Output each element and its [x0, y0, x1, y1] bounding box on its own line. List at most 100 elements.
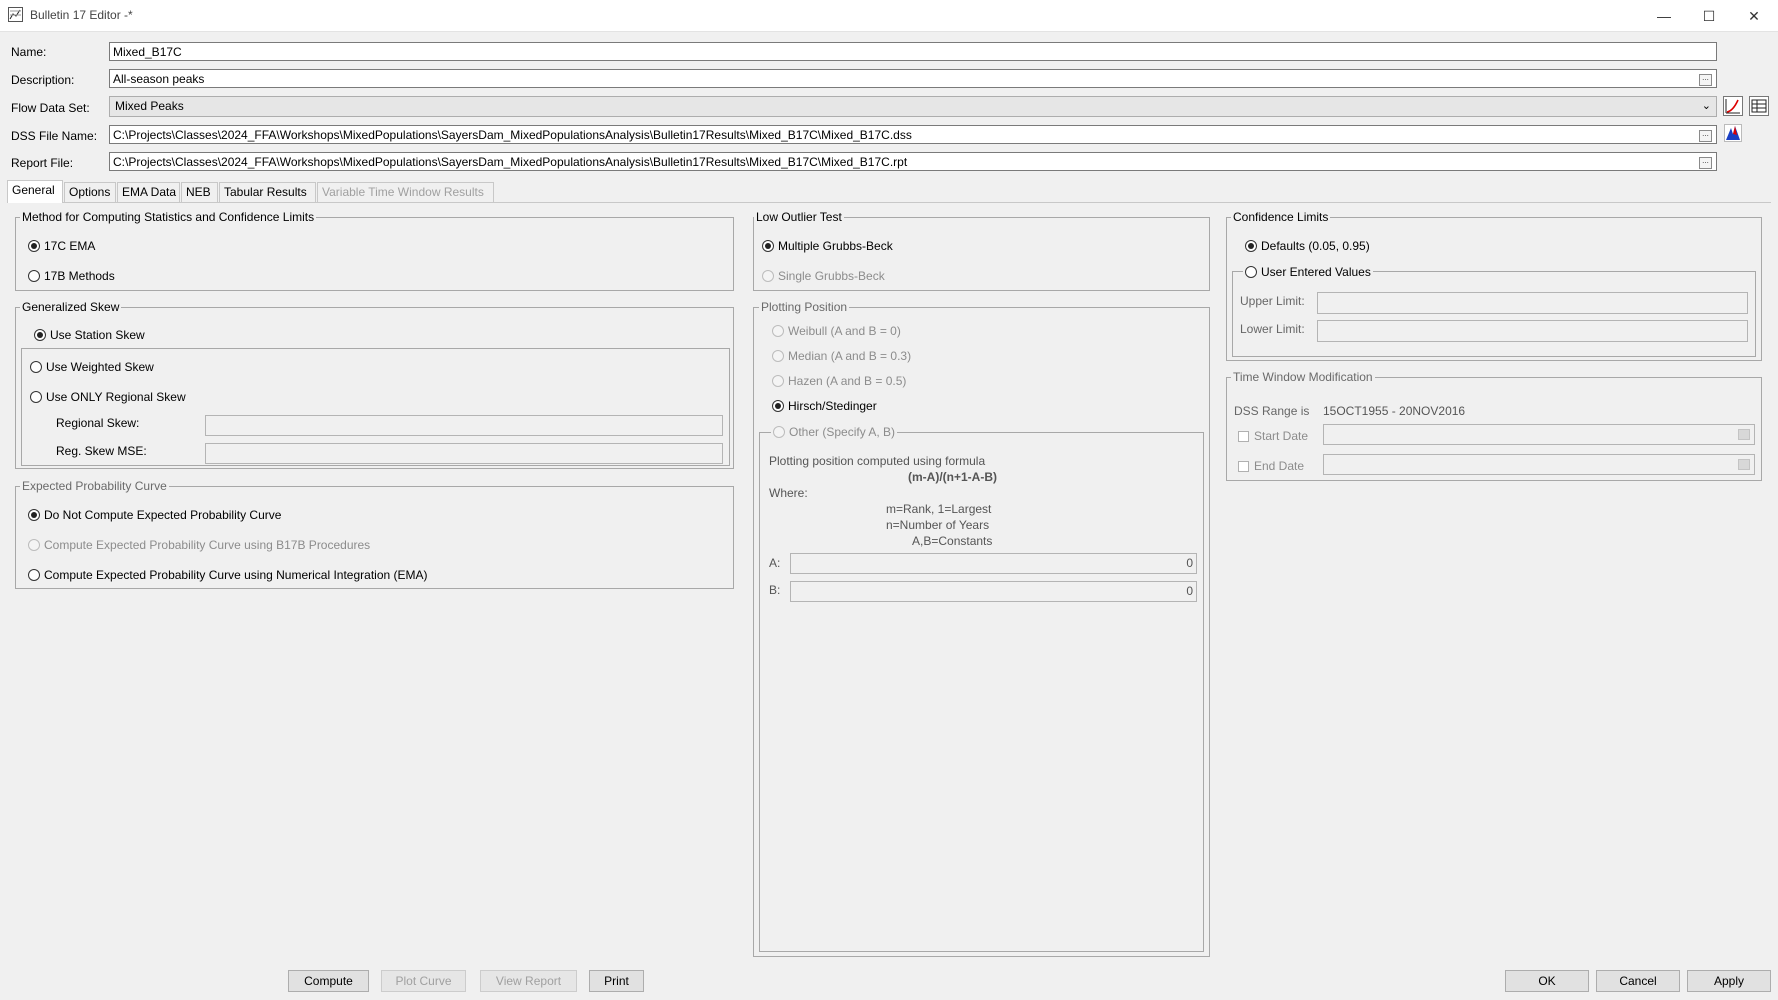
regional-skew-label: Regional Skew:	[56, 416, 140, 430]
tab-general[interactable]: General	[7, 180, 63, 203]
other-specify-option: Other (Specify A, B)	[771, 425, 898, 439]
other-specify-label: Other (Specify A, B)	[789, 425, 896, 439]
where-text: Where:	[769, 486, 808, 500]
reg-skew-mse-label: Reg. Skew MSE:	[56, 444, 147, 458]
lower-limit-label: Lower Limit:	[1240, 322, 1305, 336]
radio-checked-icon	[762, 240, 774, 252]
single-grubbs-beck-option: Single Grubbs-Beck	[762, 269, 885, 283]
close-button[interactable]: ✕	[1734, 4, 1774, 28]
window-title: Bulletin 17 Editor -*	[30, 8, 133, 22]
a-field[interactable]: 0	[790, 553, 1197, 574]
dss-range-label: DSS Range is	[1234, 404, 1310, 418]
maximize-button[interactable]: ☐	[1689, 4, 1729, 28]
reg-skew-mse-field[interactable]	[205, 443, 723, 464]
hirsch-stedinger-option[interactable]: Hirsch/Stedinger	[772, 399, 877, 413]
method-17c-ema-option[interactable]: 17C EMA	[28, 239, 95, 253]
b-label: B:	[769, 583, 781, 597]
name-field[interactable]: Mixed_B17C	[109, 42, 1717, 61]
ok-button[interactable]: OK	[1505, 970, 1589, 992]
lower-limit-field[interactable]	[1317, 320, 1748, 342]
radio-icon	[30, 391, 42, 403]
description-browse-button[interactable]: ...	[1699, 74, 1712, 86]
radio-checked-icon	[28, 240, 40, 252]
flow-data-set-value: Mixed Peaks	[115, 99, 184, 113]
user-values-subgroup	[1232, 271, 1756, 357]
dss-file-label: DSS File Name:	[11, 129, 98, 143]
regional-skew-field[interactable]	[205, 415, 723, 436]
tab-neb[interactable]: NEB	[181, 182, 218, 202]
cancel-button[interactable]: Cancel	[1596, 970, 1680, 992]
flow-data-set-label: Flow Data Set:	[11, 101, 90, 115]
end-date-field[interactable]	[1323, 454, 1755, 475]
median-label: Median (A and B = 0.3)	[788, 349, 912, 363]
use-only-regional-skew-option[interactable]: Use ONLY Regional Skew	[30, 390, 186, 404]
end-date-checkbox[interactable]: End Date	[1238, 459, 1304, 473]
time-window-title: Time Window Modification	[1231, 370, 1375, 384]
tab-ema-data[interactable]: EMA Data	[117, 182, 180, 202]
use-weighted-skew-label: Use Weighted Skew	[46, 360, 154, 374]
radio-checked-icon	[1245, 240, 1257, 252]
dss-view-icon[interactable]	[1724, 124, 1742, 142]
def-m-text: m=Rank, 1=Largest	[886, 502, 992, 516]
app-icon	[8, 7, 23, 22]
radio-icon	[1245, 266, 1257, 278]
multiple-grubbs-beck-option[interactable]: Multiple Grubbs-Beck	[762, 239, 893, 253]
end-date-label: End Date	[1254, 459, 1305, 473]
radio-disabled-icon	[762, 270, 774, 282]
dss-file-field[interactable]: C:\Projects\Classes\2024_FFA\Workshops\M…	[109, 125, 1717, 144]
view-report-button[interactable]: View Report	[480, 970, 577, 992]
radio-disabled-icon	[772, 350, 784, 362]
report-file-field[interactable]: C:\Projects\Classes\2024_FFA\Workshops\M…	[109, 152, 1717, 171]
radio-checked-icon	[34, 329, 46, 341]
weibull-option: Weibull (A and B = 0)	[772, 324, 901, 338]
expected-prob-b17b-option: Compute Expected Probability Curve using…	[28, 538, 370, 552]
method-group	[15, 217, 734, 291]
use-only-regional-skew-label: Use ONLY Regional Skew	[46, 390, 186, 404]
compute-button[interactable]: Compute	[288, 970, 369, 992]
upper-limit-field[interactable]	[1317, 292, 1748, 314]
radio-icon	[30, 361, 42, 373]
report-browse-button[interactable]: ...	[1699, 157, 1712, 169]
expected-prob-ema-option[interactable]: Compute Expected Probability Curve using…	[28, 568, 428, 582]
tab-variable-time-window-results: Variable Time Window Results	[317, 182, 494, 202]
hazen-option: Hazen (A and B = 0.5)	[772, 374, 906, 388]
user-entered-values-option[interactable]: User Entered Values	[1243, 265, 1373, 279]
tab-tabular-results[interactable]: Tabular Results	[219, 182, 316, 202]
radio-icon	[28, 569, 40, 581]
checkbox-icon	[1238, 461, 1249, 472]
dss-browse-button[interactable]: ...	[1699, 130, 1712, 142]
description-field[interactable]: All-season peaks	[109, 69, 1717, 88]
calendar-icon[interactable]	[1738, 429, 1750, 440]
no-expected-prob-option[interactable]: Do Not Compute Expected Probability Curv…	[28, 508, 281, 522]
start-date-field[interactable]	[1323, 424, 1755, 445]
start-date-label: Start Date	[1254, 429, 1309, 443]
confidence-limits-title: Confidence Limits	[1231, 210, 1331, 224]
single-grubbs-beck-label: Single Grubbs-Beck	[778, 269, 885, 283]
method-17b-option[interactable]: 17B Methods	[28, 269, 115, 283]
tab-options[interactable]: Options	[64, 182, 116, 202]
expected-prob-b17b-label: Compute Expected Probability Curve using…	[44, 538, 371, 552]
table-data-icon[interactable]	[1749, 96, 1769, 116]
confidence-defaults-option[interactable]: Defaults (0.05, 0.95)	[1245, 239, 1370, 253]
plot-curve-button[interactable]: Plot Curve	[381, 970, 466, 992]
hazen-label: Hazen (A and B = 0.5)	[788, 374, 907, 388]
title-bar: Bulletin 17 Editor -* — ☐ ✕	[0, 0, 1778, 32]
use-station-skew-option[interactable]: Use Station Skew	[34, 328, 145, 342]
def-ab-text: A,B=Constants	[912, 534, 993, 548]
formula-text: (m-A)/(n+1-A-B)	[908, 470, 997, 484]
use-weighted-skew-option[interactable]: Use Weighted Skew	[30, 360, 154, 374]
plot-data-icon[interactable]	[1723, 96, 1743, 116]
flow-data-set-select[interactable]: Mixed Peaks ⌄	[109, 96, 1717, 117]
radio-icon	[28, 270, 40, 282]
use-station-skew-label: Use Station Skew	[50, 328, 145, 342]
report-file-label: Report File:	[11, 156, 74, 170]
start-date-checkbox[interactable]: Start Date	[1238, 429, 1308, 443]
b-field[interactable]: 0	[790, 581, 1197, 602]
calendar-icon[interactable]	[1738, 459, 1750, 470]
radio-disabled-icon	[773, 426, 785, 438]
radio-disabled-icon	[772, 325, 784, 337]
radio-checked-icon	[772, 400, 784, 412]
print-button[interactable]: Print	[589, 970, 644, 992]
minimize-button[interactable]: —	[1644, 4, 1684, 28]
apply-button[interactable]: Apply	[1687, 970, 1771, 992]
